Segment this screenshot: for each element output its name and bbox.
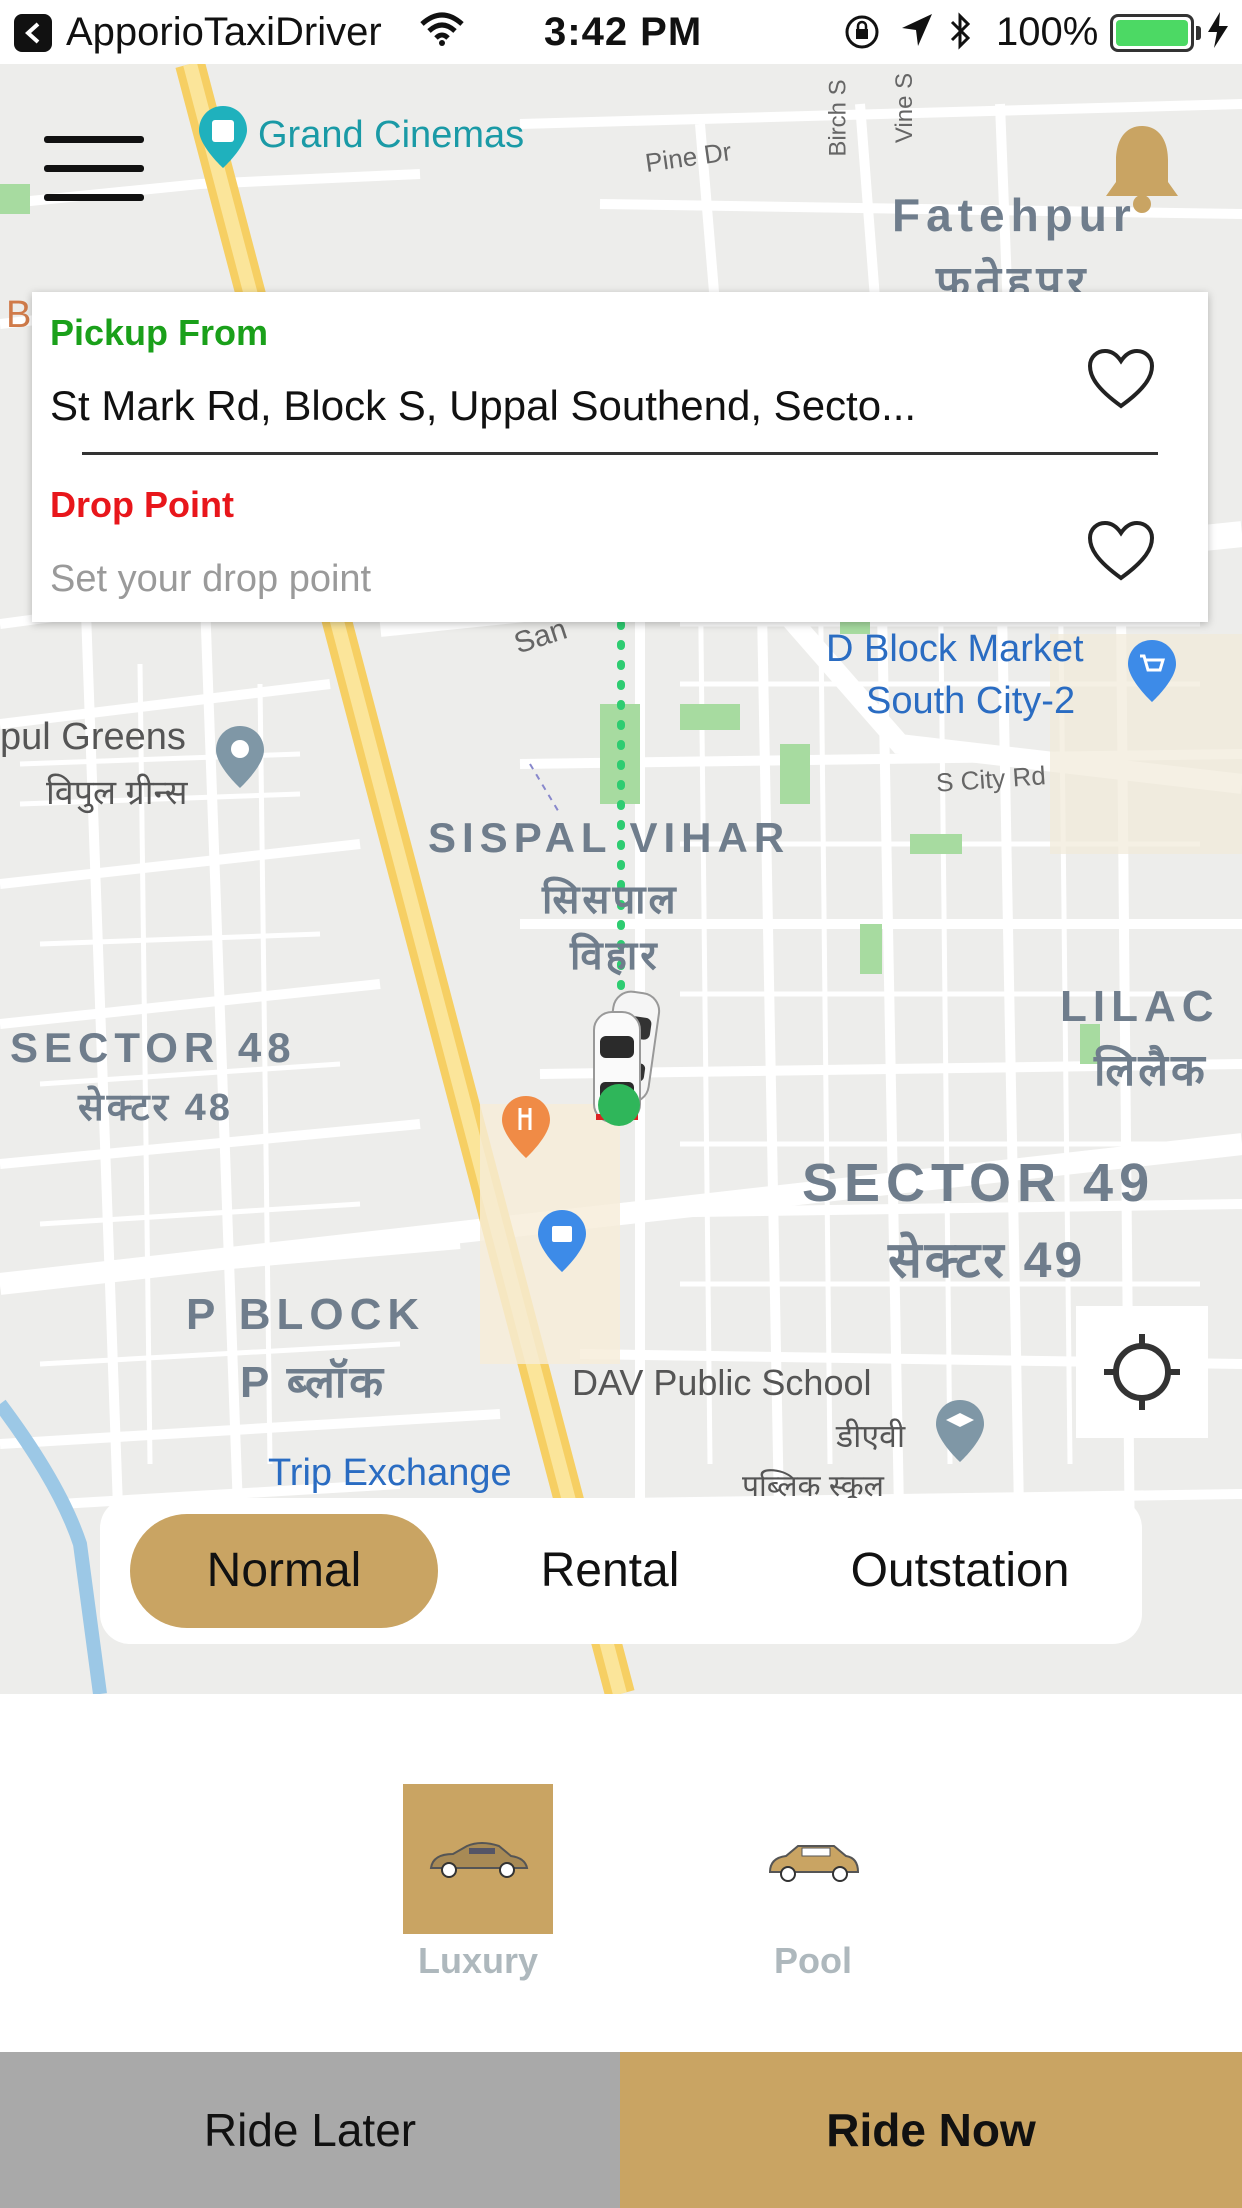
- map-label-sector-49: SECTOR 49: [802, 1153, 1156, 1213]
- map-label-d-block-market: D Block Market: [826, 628, 1084, 670]
- crosshair-icon: [1104, 1334, 1180, 1410]
- hamburger-menu-icon[interactable]: [44, 136, 144, 201]
- map-label-lilac: LILAC: [1060, 982, 1220, 1031]
- pickup-label: Pickup From: [50, 312, 269, 353]
- vehicle-list: Luxury Pool: [0, 1694, 1242, 2052]
- pool-car-icon: [738, 1784, 888, 1934]
- map-label-sispal-hi-2: विहार: [570, 934, 660, 978]
- tab-outstation[interactable]: Outstation: [800, 1514, 1120, 1628]
- battery-nub: [1196, 26, 1201, 40]
- tab-rental[interactable]: Rental: [460, 1514, 760, 1628]
- restaurant-pin-icon: [500, 1094, 552, 1165]
- favorite-pickup-heart-icon[interactable]: [1086, 348, 1156, 417]
- ride-later-button[interactable]: Ride Later: [0, 2052, 620, 2208]
- favorite-drop-heart-icon[interactable]: [1086, 520, 1156, 589]
- ride-type-selector: Normal Rental Outstation: [100, 1498, 1142, 1644]
- pickup-address-field[interactable]: St Mark Rd, Block S, Uppal Southend, Sec…: [50, 382, 1060, 430]
- vehicle-pool-label: Pool: [774, 1940, 852, 1981]
- map-label-lilac-hi: लिलैक: [1094, 1046, 1208, 1095]
- notification-bell-icon[interactable]: [1100, 120, 1184, 221]
- luxury-car-icon: [403, 1784, 553, 1934]
- status-bar: ApporioTaxiDriver 3:42 PM 100%: [0, 0, 1242, 64]
- drop-point-input[interactable]: Set your drop point: [50, 558, 371, 601]
- ride-now-button[interactable]: Ride Now: [620, 2052, 1242, 2208]
- status-app-name: ApporioTaxiDriver: [66, 10, 382, 54]
- battery-icon: [1110, 14, 1194, 52]
- map-label-sispal-hi-1: सिसपाल: [542, 878, 679, 922]
- shopping-bag-pin-icon: [536, 1208, 588, 1279]
- place-pin-icon: [214, 724, 266, 795]
- drop-point-label: Drop Point: [50, 484, 234, 525]
- locate-me-button[interactable]: [1076, 1306, 1208, 1438]
- map-label-sector-49-hi: सेक्टर 49: [888, 1232, 1086, 1288]
- map-label-sector-48: SECTOR 48: [10, 1024, 297, 1071]
- tab-normal[interactable]: Normal: [130, 1514, 438, 1628]
- map-label-vipul-greens: pul Greens: [0, 716, 186, 758]
- battery-percent: 100%: [996, 10, 1099, 54]
- shopping-cart-pin-icon: [1126, 638, 1178, 709]
- map-label-vipul-greens-hi: विपुल ग्रीन्स: [46, 774, 188, 812]
- school-pin-icon: [934, 1398, 986, 1469]
- rotation-lock-icon: [842, 12, 882, 62]
- location-card: Pickup From St Mark Rd, Block S, Uppal S…: [32, 292, 1208, 622]
- map-label-dav: DAV Public School: [572, 1362, 872, 1403]
- map-label-p-block-hi: P ब्लॉक: [240, 1358, 387, 1407]
- map-label-birch: Birch S: [824, 79, 852, 157]
- location-arrow-icon: [900, 12, 934, 60]
- map-label-partial-b: B: [6, 294, 32, 336]
- map-label-grand-cinemas: Grand Cinemas: [258, 114, 525, 156]
- map-label-south-city-2: South City-2: [866, 680, 1076, 722]
- charging-icon: [1206, 10, 1230, 60]
- vehicle-luxury-label: Luxury: [417, 1940, 539, 1981]
- bluetooth-icon: [948, 10, 974, 62]
- map-label-sispal-vihar: SISPAL VIHAR: [428, 814, 791, 861]
- back-to-app-icon[interactable]: [14, 14, 52, 52]
- current-location-dot: [598, 1084, 640, 1126]
- map-label-trip-exchange: Trip Exchange: [268, 1452, 512, 1494]
- vehicle-pool[interactable]: Pool: [738, 1784, 888, 1982]
- map-label-p-block: P BLOCK: [186, 1290, 426, 1339]
- pickup-divider: [82, 452, 1158, 455]
- map-label-dav-hi-1: डीएवी: [836, 1418, 906, 1454]
- status-time: 3:42 PM: [544, 10, 703, 54]
- wifi-icon: [418, 12, 466, 58]
- map-label-sector-48-hi: सेक्टर 48: [78, 1087, 233, 1129]
- map-label-vine: Vine S: [891, 72, 919, 144]
- vehicle-luxury[interactable]: Luxury: [403, 1784, 553, 1982]
